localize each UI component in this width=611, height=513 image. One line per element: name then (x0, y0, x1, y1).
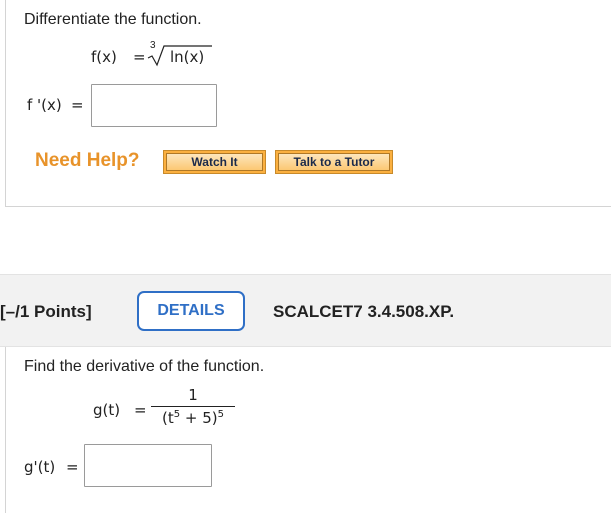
den-rest: + 5) (180, 409, 218, 427)
radicand: ln(x) (170, 48, 205, 66)
answer-input-f-prime[interactable] (91, 84, 217, 127)
points-label: [–/1 Points] (0, 302, 92, 321)
function-lhs-2: g(t) (93, 401, 121, 419)
details-button[interactable]: DETAILS (137, 291, 245, 331)
answer-equals: = (71, 96, 84, 114)
question-header: [–/1 Points] DETAILS SCALCET7 3.4.508.XP… (0, 274, 611, 347)
den-open: (t (162, 409, 174, 427)
instruction-text: Differentiate the function. (24, 11, 202, 28)
watch-it-button[interactable]: Watch It (163, 150, 266, 174)
denominator: (t5 + 5)5 (151, 409, 235, 427)
answer-label-f-prime: f '(x) (27, 96, 62, 114)
numerator: 1 (188, 386, 198, 404)
talk-to-tutor-label: Talk to a Tutor (278, 153, 390, 171)
problem-id: SCALCET7 3.4.508.XP. (273, 302, 455, 321)
den-outer-exponent: 5 (217, 409, 224, 420)
talk-to-tutor-button[interactable]: Talk to a Tutor (275, 150, 393, 174)
fraction-bar (151, 406, 235, 407)
equals-sign-2: = (134, 401, 147, 419)
fraction: 1 (t5 + 5)5 (151, 386, 235, 427)
watch-it-label: Watch It (166, 153, 263, 171)
need-help-label: Need Help? (35, 150, 140, 171)
answer-input-g-prime[interactable] (84, 444, 212, 487)
answer-label-g-prime: g'(t) (24, 458, 56, 476)
answer-equals-2: = (66, 458, 79, 476)
instruction-text-2: Find the derivative of the function. (24, 358, 265, 375)
function-lhs: f(x) (91, 48, 117, 66)
equals-sign: = (133, 48, 146, 66)
